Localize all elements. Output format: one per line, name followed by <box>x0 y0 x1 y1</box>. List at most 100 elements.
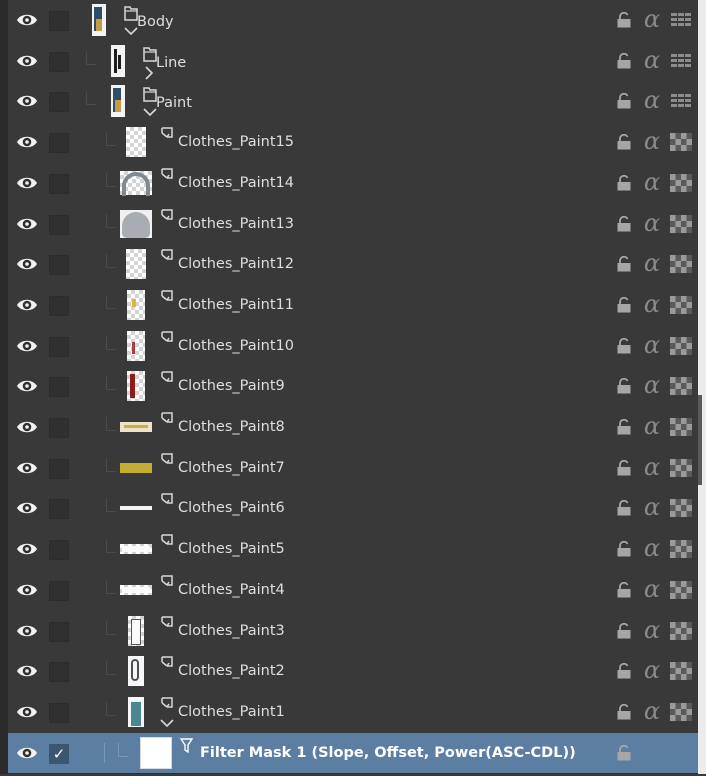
layer-name[interactable]: Filter Mask 1 (Slope, Offset, Power(ASC-… <box>200 733 576 773</box>
alpha-lock-icon[interactable]: α <box>641 412 663 440</box>
layer-row[interactable]: Clothes_Paint1 α <box>8 692 698 734</box>
layer-row[interactable]: Clothes_Paint11 α <box>8 285 698 327</box>
layer-row[interactable]: Clothes_Paint12 α <box>8 244 698 286</box>
lock-icon[interactable] <box>616 499 632 516</box>
lock-icon[interactable] <box>616 581 632 598</box>
visibility-eye-icon[interactable] <box>16 539 38 559</box>
layer-name[interactable]: Clothes_Paint7 <box>178 448 285 488</box>
layer-name[interactable]: Clothes_Paint9 <box>178 366 285 406</box>
layer-row[interactable]: Clothes_Paint8 α <box>8 407 698 449</box>
alpha-lock-icon[interactable]: α <box>641 575 663 603</box>
visibility-eye-icon[interactable] <box>16 580 38 600</box>
lock-icon[interactable] <box>616 92 632 109</box>
checker-blend-icon[interactable] <box>670 133 692 151</box>
layer-row[interactable]: Clothes_Paint7 α <box>8 448 698 489</box>
layer-row[interactable]: Clothes_Paint9 α <box>8 366 698 408</box>
checker-blend-icon[interactable] <box>670 255 692 273</box>
layer-name[interactable]: Body <box>137 0 174 40</box>
lock-icon[interactable] <box>616 622 632 639</box>
checker-blend-icon[interactable] <box>670 418 692 436</box>
layer-select-checkbox[interactable] <box>49 337 69 357</box>
lock-icon[interactable] <box>616 662 632 679</box>
visibility-eye-icon[interactable] <box>16 661 38 681</box>
layer-select-checkbox[interactable] <box>49 174 69 194</box>
layer-select-checkbox[interactable] <box>49 133 69 153</box>
layer-select-checkbox[interactable] <box>49 215 69 235</box>
checker-blend-icon[interactable] <box>670 337 692 355</box>
visibility-eye-icon[interactable] <box>16 702 38 722</box>
alpha-lock-icon[interactable]: α <box>641 656 663 684</box>
checker-blend-icon[interactable] <box>670 581 692 599</box>
lock-icon[interactable] <box>616 52 632 69</box>
checker-blend-icon[interactable] <box>670 540 692 558</box>
layer-name[interactable]: Clothes_Paint13 <box>178 204 294 244</box>
layer-name[interactable]: Clothes_Paint10 <box>178 326 294 366</box>
checker-blend-icon[interactable] <box>670 662 692 680</box>
lock-icon[interactable] <box>616 11 632 28</box>
visibility-eye-icon[interactable] <box>16 254 38 274</box>
lock-icon[interactable] <box>616 174 632 191</box>
alpha-lock-icon[interactable]: α <box>641 616 663 644</box>
visibility-eye-icon[interactable] <box>16 10 38 30</box>
layer-name[interactable]: Clothes_Paint11 <box>178 285 294 325</box>
checker-blend-icon[interactable] <box>670 499 692 517</box>
lock-icon[interactable] <box>616 296 632 313</box>
layer-name[interactable]: Line <box>156 41 186 81</box>
visibility-eye-icon[interactable] <box>16 621 38 641</box>
layer-name[interactable]: Clothes_Paint6 <box>178 488 285 528</box>
lock-icon[interactable] <box>616 215 632 232</box>
layer-select-checkbox[interactable] <box>49 581 69 601</box>
alpha-lock-icon[interactable]: α <box>641 697 663 725</box>
layer-name[interactable]: Clothes_Paint15 <box>178 122 294 162</box>
layer-row[interactable]: Clothes_Paint13 α <box>8 204 698 245</box>
layer-name[interactable]: Clothes_Paint5 <box>178 529 285 569</box>
visibility-eye-icon[interactable] <box>16 91 38 111</box>
alpha-lock-icon[interactable]: α <box>641 168 663 196</box>
checker-blend-icon[interactable] <box>670 377 692 395</box>
alpha-lock-icon[interactable]: α <box>641 86 663 114</box>
checker-blend-icon[interactable] <box>670 459 692 477</box>
lock-icon[interactable] <box>616 377 632 394</box>
checker-blend-icon[interactable] <box>670 703 692 721</box>
checker-blend-icon[interactable] <box>670 215 692 233</box>
layer-name[interactable]: Clothes_Paint8 <box>178 407 285 447</box>
normal-blend-icon[interactable] <box>670 52 692 70</box>
lock-icon[interactable] <box>616 703 632 720</box>
layer-select-checkbox[interactable] <box>49 662 69 682</box>
layer-select-checkbox[interactable] <box>49 459 69 479</box>
visibility-eye-icon[interactable] <box>16 417 38 437</box>
layer-row-group[interactable]: Body α <box>8 0 698 42</box>
lock-icon[interactable] <box>616 540 632 557</box>
alpha-lock-icon[interactable]: α <box>641 493 663 521</box>
layer-name[interactable]: Clothes_Paint2 <box>178 651 285 691</box>
layer-row[interactable]: Clothes_Paint14 α <box>8 163 698 205</box>
checker-blend-icon[interactable] <box>670 296 692 314</box>
visibility-eye-icon[interactable] <box>16 498 38 518</box>
lock-icon[interactable] <box>616 459 632 476</box>
layer-select-checkbox[interactable] <box>49 418 69 438</box>
layer-select-checkbox[interactable] <box>49 703 69 723</box>
visibility-eye-icon[interactable] <box>16 214 38 234</box>
layer-select-checkbox[interactable] <box>49 540 69 560</box>
layer-name[interactable]: Clothes_Paint4 <box>178 570 285 610</box>
alpha-lock-icon[interactable]: α <box>641 534 663 562</box>
alpha-lock-icon[interactable]: α <box>641 127 663 155</box>
normal-blend-icon[interactable] <box>670 11 692 29</box>
layer-select-checkbox[interactable] <box>49 377 69 397</box>
layer-row-group[interactable]: Paint α <box>8 81 698 123</box>
lock-icon[interactable] <box>616 255 632 272</box>
layer-row[interactable]: Clothes_Paint5 α <box>8 529 698 571</box>
layer-row[interactable]: Clothes_Paint2 α <box>8 651 698 693</box>
layer-row[interactable]: Clothes_Paint3 α <box>8 611 698 652</box>
alpha-lock-icon[interactable]: α <box>641 209 663 237</box>
alpha-lock-icon[interactable]: α <box>641 371 663 399</box>
layer-row[interactable]: Clothes_Paint4 α <box>8 570 698 612</box>
checker-blend-icon[interactable] <box>670 622 692 640</box>
layer-select-checkbox[interactable] <box>49 92 69 112</box>
layer-name[interactable]: Clothes_Paint3 <box>178 611 285 651</box>
visibility-eye-icon[interactable] <box>16 376 38 396</box>
layer-row[interactable]: Clothes_Paint6 α <box>8 488 698 530</box>
layer-name[interactable]: Clothes_Paint14 <box>178 163 294 203</box>
visibility-eye-icon[interactable] <box>16 51 38 71</box>
layer-list-scrollbar[interactable] <box>698 395 702 485</box>
